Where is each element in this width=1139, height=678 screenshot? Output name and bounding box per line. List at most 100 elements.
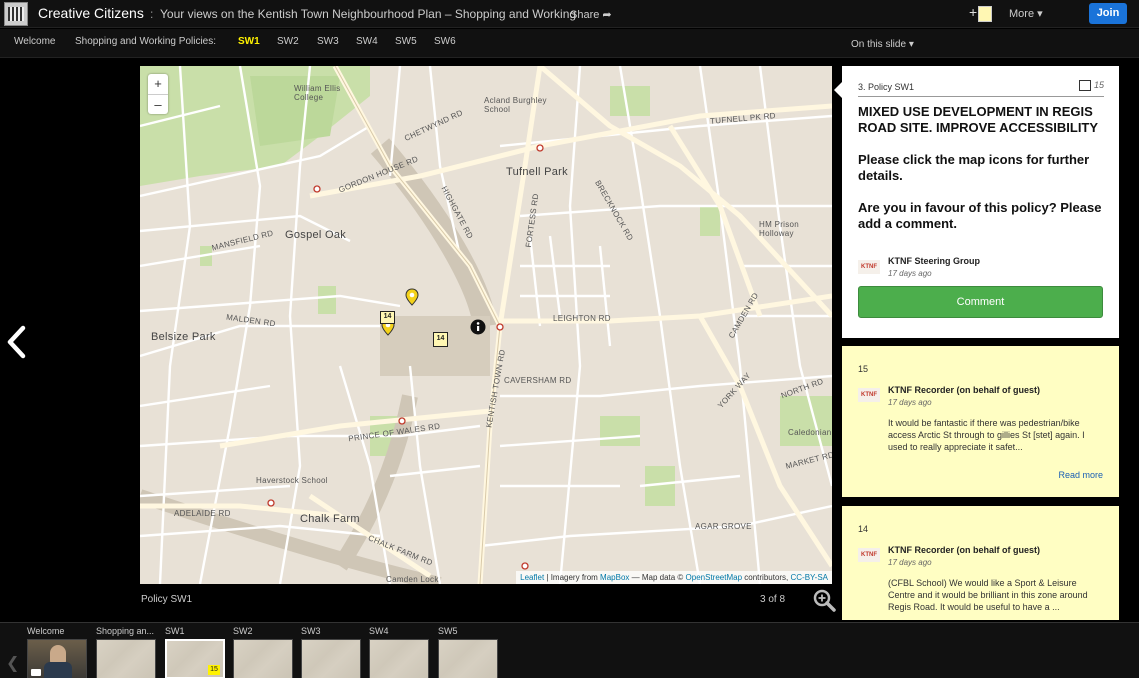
tab-sw6[interactable]: SW6 xyxy=(434,36,456,47)
plus-icon: + xyxy=(969,4,978,20)
imagery-text: | Imagery from xyxy=(544,573,601,582)
filmstrip-item-shopping[interactable]: Shopping an... xyxy=(93,625,157,678)
share-button[interactable]: Share ➦ xyxy=(570,8,612,21)
info-icon[interactable] xyxy=(470,319,486,335)
on-this-slide-label: On this slide xyxy=(851,39,907,50)
magnify-icon[interactable] xyxy=(812,588,836,612)
nav-section-label[interactable]: Shopping and Working Policies: xyxy=(75,36,216,47)
map-view[interactable]: William Ellis College Acland Burghley Sc… xyxy=(140,66,832,584)
share-label: Share xyxy=(570,9,600,21)
tab-sw4[interactable]: SW4 xyxy=(356,36,378,47)
filmstrip-item-sw1[interactable]: SW1 15 xyxy=(162,625,226,678)
license-link[interactable]: CC-BY-SA xyxy=(791,573,829,582)
filmstrip-label: SW4 xyxy=(369,626,389,636)
caret-down-icon: ▾ xyxy=(1037,8,1043,20)
label-gospel-oak: Gospel Oak xyxy=(285,229,347,241)
osm-link[interactable]: OpenStreetMap xyxy=(686,573,742,582)
tab-sw3[interactable]: SW3 xyxy=(317,36,339,47)
thumbnail-note-marker: 15 xyxy=(208,665,220,675)
zoom-out-button[interactable]: – xyxy=(148,94,168,114)
filmstrip-label: Welcome xyxy=(27,626,65,636)
policy-question: Are you in favour of this policy? Please… xyxy=(858,200,1102,231)
tab-sw2[interactable]: SW2 xyxy=(277,36,299,47)
map-note-marker[interactable]: 14 xyxy=(433,332,448,347)
filmstrip-prev-icon[interactable]: ❮ xyxy=(6,653,19,673)
policy-heading: MIXED USE DEVELOPMENT IN REGIS ROAD SITE… xyxy=(858,104,1099,135)
filmstrip-item-sw3[interactable]: SW3 xyxy=(298,625,362,678)
filmstrip-label: Shopping an... xyxy=(96,626,155,636)
person-body xyxy=(44,662,72,678)
label-acland-school: Acland Burghley School xyxy=(484,96,547,114)
more-menu-button[interactable]: More ▾ xyxy=(1009,7,1043,20)
filmstrip-label: SW1 xyxy=(165,626,185,636)
leaflet-link[interactable]: Leaflet xyxy=(520,573,544,582)
caret-down-icon: ▾ xyxy=(908,39,914,50)
zoom-in-button[interactable]: + xyxy=(148,74,168,94)
comment-count: 15 xyxy=(1094,80,1105,90)
comment-author[interactable]: KTNF Recorder (on behalf of guest) xyxy=(888,385,1040,395)
slide-nav-bar: Welcome Shopping and Working Policies: S… xyxy=(0,29,1139,58)
label-william-ellis: William Ellis College xyxy=(294,84,341,102)
map-thumbnail xyxy=(301,639,361,678)
tab-sw1[interactable]: SW1 xyxy=(238,36,260,47)
comment-card: 14 KTNF KTNF Recorder (on behalf of gues… xyxy=(842,506,1119,620)
map-tiles xyxy=(140,66,832,584)
slide-filmstrip: ❮ Welcome Shopping an... SW1 15 SW2 SW3 … xyxy=(0,622,1139,678)
on-this-slide-menu[interactable]: On this slide ▾ xyxy=(851,39,914,50)
label-leighton-rd: LEIGHTON RD xyxy=(553,314,611,323)
slide-caption: Policy SW1 xyxy=(141,594,193,605)
map-thumbnail xyxy=(233,639,293,678)
more-label: More xyxy=(1009,8,1035,20)
map-thumbnail xyxy=(96,639,156,678)
policy-author[interactable]: KTNF Steering Group xyxy=(888,256,980,266)
policy-instruction: Please click the map icons for further d… xyxy=(858,152,1090,183)
sticky-note-icon xyxy=(978,6,992,22)
filmstrip-label: SW5 xyxy=(438,626,458,636)
label-haverstock: Haverstock School xyxy=(256,476,328,485)
comment-card: 15 KTNF KTNF Recorder (on behalf of gues… xyxy=(842,346,1119,497)
filmstrip-label: SW3 xyxy=(301,626,321,636)
breadcrumb-separator: : xyxy=(150,7,154,21)
comment-count-icon xyxy=(1079,80,1091,91)
mapbox-link[interactable]: MapBox xyxy=(600,573,629,582)
filmstrip-item-sw2[interactable]: SW2 xyxy=(230,625,294,678)
comment-author[interactable]: KTNF Recorder (on behalf of guest) xyxy=(888,545,1040,555)
map-note-marker[interactable]: 14 xyxy=(380,311,395,324)
policy-divider xyxy=(858,96,1104,97)
join-button[interactable]: Join xyxy=(1089,3,1127,24)
site-logo[interactable] xyxy=(4,2,28,26)
tab-sw5[interactable]: SW5 xyxy=(395,36,417,47)
video-thumbnail xyxy=(27,639,87,678)
zoom-control: + – xyxy=(148,74,168,114)
comment-number: 15 xyxy=(858,364,869,374)
comment-posted-time: 17 days ago xyxy=(888,398,932,407)
map-thumbnail xyxy=(369,639,429,678)
previous-slide-arrow-icon[interactable] xyxy=(6,325,28,359)
avatar: KTNF xyxy=(858,260,880,274)
filmstrip-item-welcome[interactable]: Welcome xyxy=(24,625,88,678)
avatar: KTNF xyxy=(858,388,880,402)
contributors-text: contributors, xyxy=(742,573,791,582)
comment-posted-time: 17 days ago xyxy=(888,558,932,567)
map-thumbnail xyxy=(438,639,498,678)
share-arrow-icon: ➦ xyxy=(602,9,612,21)
label-caversham-rd: CAVERSHAM RD xyxy=(504,376,572,385)
site-title[interactable]: Creative Citizens xyxy=(38,5,144,21)
label-tufnell-park: Tufnell Park xyxy=(506,166,568,178)
slide-page-count: 3 of 8 xyxy=(760,594,786,605)
add-note-button[interactable]: + xyxy=(969,4,993,24)
map-pin-icon[interactable] xyxy=(405,288,419,306)
comment-number: 14 xyxy=(858,524,869,534)
map-thumbnail: 15 xyxy=(165,639,225,678)
label-camden-lock: Camden Lock xyxy=(386,575,439,584)
label-belsize-park: Belsize Park xyxy=(151,331,216,343)
filmstrip-item-sw4[interactable]: SW4 xyxy=(366,625,430,678)
read-more-link[interactable]: Read more xyxy=(1058,470,1103,480)
comment-button[interactable]: Comment xyxy=(858,286,1103,318)
avatar: KTNF xyxy=(858,548,880,562)
top-bar: Creative Citizens : Your views on the Ke… xyxy=(0,0,1139,28)
nav-welcome[interactable]: Welcome xyxy=(14,36,56,47)
mapdata-text: — Map data © xyxy=(629,573,686,582)
filmstrip-item-sw5[interactable]: SW5 xyxy=(435,625,499,678)
page-title: Your views on the Kentish Town Neighbour… xyxy=(160,7,577,21)
